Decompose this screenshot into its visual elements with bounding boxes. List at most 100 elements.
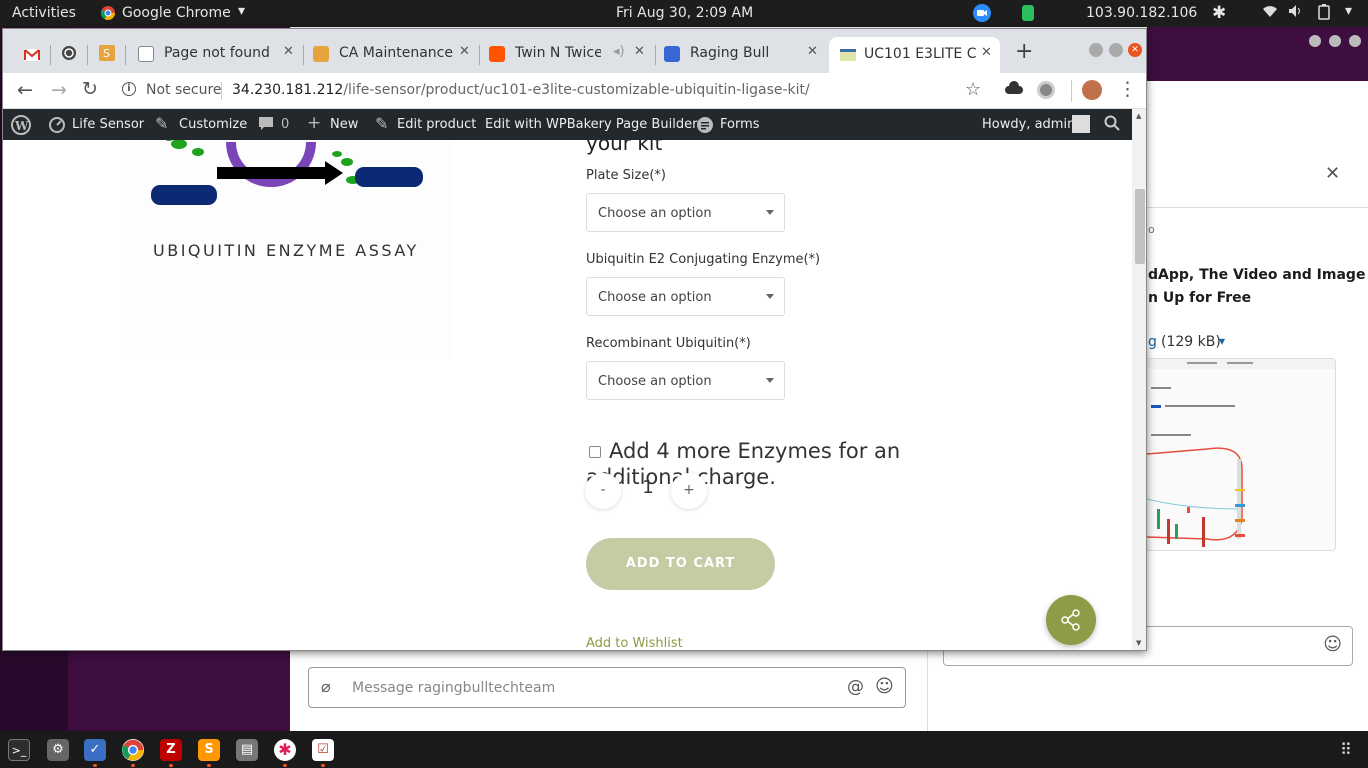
calendar-app-icon[interactable]: ☑	[312, 739, 334, 761]
link-preview-title[interactable]: dApp, The Video and Image	[1148, 267, 1365, 283]
emoji-icon[interactable]: ☺	[1323, 634, 1342, 655]
wifi-icon[interactable]	[1262, 4, 1278, 22]
wp-forms-link[interactable]: Forms	[720, 117, 760, 132]
site-icon	[840, 49, 856, 61]
product-image[interactable]: UBIQUITIN ENZYME ASSAY	[121, 140, 451, 360]
add-to-wishlist-link[interactable]: Add to Wishlist	[586, 636, 683, 650]
attachment-icon[interactable]: ⌀	[321, 677, 331, 696]
share-button[interactable]	[1046, 595, 1096, 645]
quantity-plus-button[interactable]: +	[671, 473, 707, 509]
chrome-icon[interactable]	[122, 739, 144, 761]
tab-uc101-active[interactable]: UC101 E3LITE Cu ✕	[829, 37, 1000, 73]
system-menu-chevron-icon[interactable]: ▾	[1345, 3, 1352, 19]
bookmark-star-icon[interactable]: ☆	[965, 79, 981, 100]
file-menu-chevron-icon[interactable]: ▾	[1219, 334, 1225, 348]
link-preview-subtitle[interactable]: n Up for Free	[1148, 290, 1251, 306]
comment-icon[interactable]	[258, 116, 274, 136]
chat-tab-icon[interactable]	[61, 45, 77, 65]
mention-icon[interactable]: @	[847, 677, 864, 697]
back-button[interactable]: ←	[17, 79, 33, 101]
forward-button[interactable]: →	[51, 79, 67, 101]
extension-cloud-icon[interactable]	[1005, 81, 1023, 101]
minimize-button[interactable]	[1089, 43, 1103, 57]
app-grid-icon[interactable]: ⠿	[1340, 740, 1352, 759]
wp-customize-link[interactable]: Customize	[179, 117, 247, 132]
file-name-link[interactable]: g	[1148, 334, 1157, 350]
wp-edit-product-link[interactable]: Edit product	[397, 117, 476, 132]
product-heading: your kit	[586, 140, 663, 155]
terminal-icon[interactable]: >_	[8, 739, 30, 761]
ubiquitin-select[interactable]: Choose an option	[586, 361, 785, 400]
slack-close-button[interactable]	[1349, 35, 1361, 47]
audio-playing-icon[interactable]: ◂)	[613, 44, 625, 59]
volume-icon[interactable]	[1288, 4, 1304, 22]
profile-avatar[interactable]	[1082, 80, 1102, 100]
tab-ca-maintenance[interactable]: CA Maintenance ✕	[313, 39, 478, 73]
info-icon[interactable]: i	[122, 82, 136, 96]
chrome-menu-icon[interactable]: ⋮	[1118, 78, 1137, 100]
filezilla-icon[interactable]: Z	[160, 739, 182, 761]
emoji-icon[interactable]: ☺	[875, 676, 894, 697]
tasks-checkbox-icon[interactable]: ✓	[84, 739, 106, 761]
plus-icon: +	[307, 113, 322, 133]
not-secure-label[interactable]: Not secure	[146, 82, 222, 98]
slack-message-input[interactable]: ⌀ Message ragingbulltechteam @ ☺	[308, 667, 906, 708]
product-image-caption: UBIQUITIN ENZYME ASSAY	[153, 241, 419, 260]
zoom-icon[interactable]	[973, 4, 991, 26]
tab-twin-n-twice[interactable]: Twin N Twice ◂) ✕	[489, 39, 654, 73]
close-icon[interactable]: ✕	[807, 44, 818, 59]
file-preview-thumbnail[interactable]	[1146, 358, 1336, 551]
slack-minimize-button[interactable]	[1309, 35, 1321, 47]
close-icon[interactable]: ✕	[981, 45, 992, 60]
sublime-text-icon[interactable]: S	[198, 739, 220, 761]
slack-tray-icon[interactable]: ✱	[1212, 3, 1226, 23]
settings-gear-icon[interactable]: ⚙	[47, 739, 69, 761]
close-icon[interactable]: ✕	[283, 44, 294, 59]
page-scrollbar[interactable]: ▲ ▼	[1132, 109, 1146, 650]
gmail-icon[interactable]	[24, 46, 40, 65]
wp-wpbakery-link[interactable]: Edit with WPBakery Page Builder	[485, 117, 697, 132]
files-cabinet-icon[interactable]: ▤	[236, 739, 258, 761]
battery-icon[interactable]	[1318, 4, 1330, 24]
dashboard-icon	[48, 115, 66, 137]
slack-icon[interactable]: ✱	[274, 739, 296, 761]
chrome-app-icon	[100, 5, 116, 25]
divider	[221, 82, 222, 100]
wp-new-link[interactable]: New	[330, 117, 358, 132]
extension-circle-icon[interactable]	[1037, 81, 1055, 99]
tab-raging-bull[interactable]: Raging Bull ✕	[664, 39, 824, 73]
clock[interactable]: Fri Aug 30, 2:09 AM	[616, 5, 753, 21]
tab-page-not-found[interactable]: Page not found ✕	[138, 39, 303, 73]
address-bar[interactable]: 34.230.181.212/life-sensor/product/uc101…	[232, 82, 810, 98]
plate-size-select[interactable]: Choose an option	[586, 193, 785, 232]
close-icon[interactable]: ✕	[459, 44, 470, 59]
app-menu[interactable]: Google Chrome	[122, 5, 231, 21]
close-icon[interactable]: ✕	[634, 44, 645, 59]
wordpress-icon[interactable]: W	[11, 115, 31, 139]
slack-maximize-button[interactable]	[1329, 35, 1341, 47]
scroll-up-arrow-icon[interactable]: ▲	[1136, 112, 1141, 120]
e2-enzyme-select[interactable]: Choose an option	[586, 277, 785, 316]
wp-howdy-account[interactable]: Howdy, admin	[982, 117, 1075, 132]
quantity-input[interactable]: 1	[633, 477, 663, 505]
maximize-button[interactable]	[1109, 43, 1123, 57]
site-tab-icon[interactable]: S	[99, 45, 115, 65]
tab-title: Raging Bull	[690, 45, 770, 61]
search-icon[interactable]	[1104, 115, 1120, 135]
running-indicator	[169, 764, 173, 767]
wp-site-link[interactable]: Life Sensor	[72, 117, 144, 132]
pencil-icon: ✎	[375, 114, 389, 133]
scrollbar-thumb[interactable]	[1135, 189, 1145, 264]
close-icon[interactable]: ✕	[1325, 163, 1340, 184]
comment-count[interactable]: 0	[281, 117, 289, 132]
new-tab-button[interactable]: +	[1015, 39, 1033, 64]
reload-button[interactable]: ↻	[82, 78, 98, 100]
add-to-cart-button[interactable]: ADD TO CART	[586, 538, 775, 590]
activities-button[interactable]: Activities	[12, 5, 76, 21]
tab-strip: S Page not found ✕ CA Maintenance ✕ Twin…	[3, 29, 1146, 73]
scroll-down-arrow-icon[interactable]: ▼	[1136, 639, 1141, 647]
close-window-button[interactable]: ✕	[1128, 43, 1142, 57]
quantity-minus-button[interactable]: -	[585, 473, 621, 509]
evernote-icon[interactable]	[1020, 4, 1036, 26]
avatar[interactable]	[1072, 115, 1090, 133]
